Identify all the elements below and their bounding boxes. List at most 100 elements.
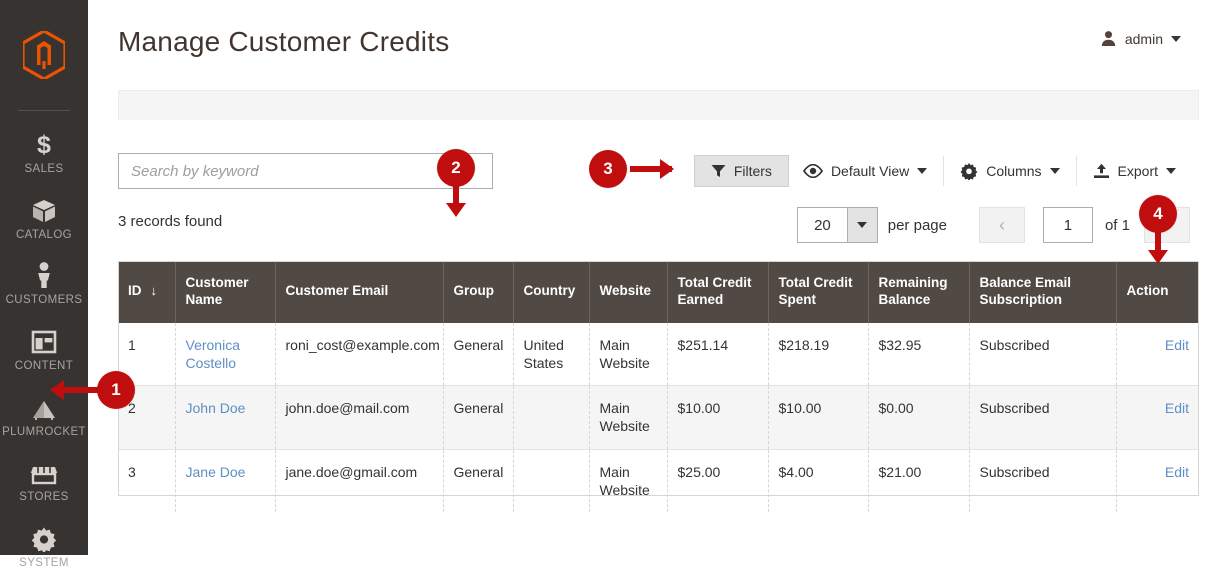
magento-logo-icon [23,31,65,79]
edit-link[interactable]: Edit [1165,464,1189,480]
sidebar-item-content[interactable]: CONTENT [0,316,88,382]
cell-id: 3 [118,449,176,512]
annotation-3-arrowhead [660,159,674,179]
annotation-4-arrowhead [1148,250,1168,264]
edit-link[interactable]: Edit [1165,337,1189,353]
column-header-customer-name[interactable]: Customer Name [175,261,276,323]
per-page-select[interactable]: 20 [797,207,878,243]
magento-logo[interactable] [0,0,88,110]
export-button[interactable]: Export [1079,155,1190,187]
edit-link[interactable]: Edit [1165,400,1189,416]
cell-remaining-balance: $32.95 [868,322,970,387]
cell-country [513,385,590,450]
per-page-label: per page [887,216,947,234]
cell-total-credit-earned: $25.00 [667,449,769,512]
sidebar-item-label: CUSTOMERS [5,294,83,307]
cell-country [513,449,590,512]
columns-button[interactable]: Columns [946,155,1073,187]
customer-name-link[interactable]: John Doe [186,400,246,416]
svg-text:$: $ [37,131,51,158]
cell-action: Edit [1116,322,1199,387]
sidebar-item-label: STORES [19,491,69,504]
sidebar-item-label: PLUMROCKET [2,425,86,438]
filters-button[interactable]: Filters [693,155,789,187]
column-header-total-credit-earned[interactable]: Total Credit Earned [667,261,769,323]
column-header-customer-email[interactable]: Customer Email [275,261,444,323]
table-row[interactable]: 3 Jane Doe jane.doe@gmail.com General Ma… [118,449,1199,512]
column-header-action: Action [1116,261,1199,323]
sidebar-item-label: SALES [24,163,64,175]
column-header-country[interactable]: Country [513,261,590,323]
toolbar-actions: Filters Default View Columns Export [693,150,1190,192]
cell-remaining-balance: $0.00 [868,385,970,450]
export-label: Export [1117,163,1158,179]
column-header-id[interactable]: ID ↓ [118,261,176,323]
toolbar-divider [943,156,945,186]
annotation-2-arrowhead [446,203,466,217]
sidebar-item-label: CATALOG [15,228,73,241]
sidebar-item-system[interactable]: SYSTEM [0,513,88,578]
cell-total-credit-earned: $10.00 [667,385,769,450]
column-header-website[interactable]: Website [589,261,668,323]
gear-icon [960,163,978,180]
eye-icon [802,164,823,178]
customer-name-link[interactable]: Veronica Costello [186,337,240,371]
chevron-down-icon [1049,168,1060,174]
sort-descending-icon: ↓ [150,283,158,299]
previous-page-button[interactable]: ‹ [978,207,1025,243]
gear-icon [31,522,57,552]
annotation-4-badge: 4 [1139,195,1177,233]
cell-total-credit-spent: $10.00 [768,385,869,450]
default-view-label: Default View [830,163,910,179]
per-page-value: 20 [814,216,831,234]
annotation-1-badge: 1 [97,371,135,409]
table-header-row: ID ↓ Customer Name Customer Email Group C… [118,261,1199,323]
columns-label: Columns [986,163,1042,179]
column-header-remaining-balance[interactable]: Remaining Balance [868,261,970,323]
column-header-total-credit-spent[interactable]: Total Credit Spent [768,261,869,323]
column-header-balance-email-subscription[interactable]: Balance Email Subscription [969,261,1117,323]
column-header-group[interactable]: Group [443,261,514,323]
messages-bar [118,90,1199,120]
sidebar-item-customers[interactable]: CUSTOMERS [0,250,88,316]
sidebar-item-sales[interactable]: $ SALES [0,119,88,185]
dollar-icon: $ [34,128,54,158]
records-found-label: 3 records found [118,213,223,230]
cell-total-credit-earned: $251.14 [667,322,769,387]
filters-label: Filters [733,163,772,179]
cell-customer-name: Jane Doe [175,449,276,512]
user-icon [1101,31,1116,46]
table-row[interactable]: 1 Veronica Costello roni_cost@example.co… [118,322,1199,387]
sidebar-item-stores[interactable]: STORES [0,447,88,513]
cell-customer-email: jane.doe@gmail.com [275,449,444,512]
cell-group: General [443,449,514,512]
table-row[interactable]: 2 John Doe john.doe@mail.com General Mai… [118,385,1199,450]
page-header: Manage Customer Credits admin [88,0,1206,90]
annotation-1-arrowhead [50,380,64,400]
cell-group: General [443,385,514,450]
default-view-button[interactable]: Default View [789,155,941,187]
cell-website: Main Website [589,449,668,512]
customer-credits-grid: ID ↓ Customer Name Customer Email Group C… [118,261,1199,512]
store-icon [30,456,58,486]
page-number-input[interactable]: 1 [1042,207,1093,243]
page-total-label: of 1 [1104,216,1130,234]
cell-balance-email-subscription: Subscribed [969,449,1117,512]
chevron-down-icon [1171,35,1181,42]
cell-total-credit-spent: $218.19 [768,322,869,387]
cell-customer-email: john.doe@mail.com [275,385,444,450]
admin-user-menu[interactable]: admin [1100,30,1181,47]
customer-name-link[interactable]: Jane Doe [186,464,246,480]
cell-customer-email: roni_cost@example.com [275,322,444,387]
chevron-down-icon [917,168,928,174]
cell-country: United States [513,322,590,387]
toolbar-divider [1075,156,1077,186]
cell-balance-email-subscription: Subscribed [969,322,1117,387]
cell-customer-name: Veronica Costello [175,322,276,387]
admin-user-name: admin [1124,30,1163,47]
sidebar-item-label: SYSTEM [19,556,69,569]
layout-icon [31,325,57,355]
sidebar-item-catalog[interactable]: CATALOG [0,185,88,251]
cell-remaining-balance: $21.00 [868,449,970,512]
page-content: Manage Customer Credits admin Search by … [88,0,1206,555]
